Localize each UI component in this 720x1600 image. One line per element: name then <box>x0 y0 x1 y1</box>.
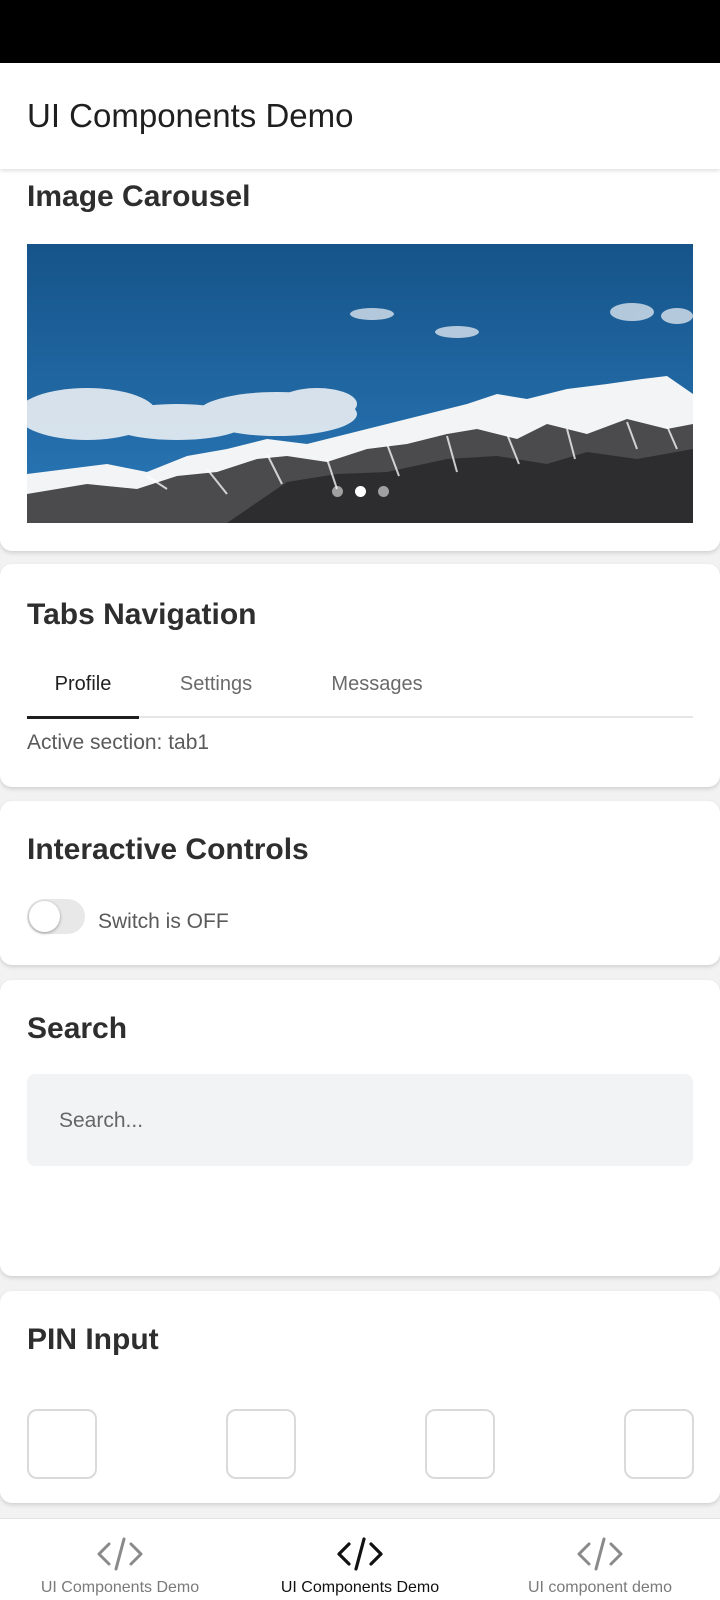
nav-label-2: UI Components Demo <box>280 1579 440 1596</box>
nav-item-1[interactable]: UI Components Demo <box>0 1519 240 1600</box>
pin-digit-4[interactable] <box>624 1409 694 1479</box>
app-header: UI Components Demo <box>0 63 720 169</box>
mountain-image <box>27 244 693 523</box>
tab-settings[interactable]: Settings <box>161 664 271 716</box>
switch-thumb <box>29 901 60 932</box>
pin-title: PIN Input <box>27 1323 159 1356</box>
code-icon <box>97 1537 143 1571</box>
carousel-dot[interactable] <box>377 486 389 497</box>
tabs-title: Tabs Navigation <box>27 598 257 631</box>
carousel-indicator <box>27 484 693 502</box>
carousel-dot[interactable] <box>331 486 343 497</box>
code-icon <box>337 1537 383 1571</box>
search-card: Search <box>0 980 720 1276</box>
app-title: UI Components Demo <box>27 97 354 134</box>
search-input[interactable] <box>57 1074 681 1168</box>
pin-card: PIN Input <box>0 1291 720 1503</box>
carousel-card: Image Carousel <box>0 150 720 551</box>
pin-digit-3[interactable] <box>425 1409 495 1479</box>
nav-label-1: UI Components Demo <box>40 1579 200 1596</box>
pin-digit-2[interactable] <box>226 1409 296 1479</box>
pin-digit-1[interactable] <box>27 1409 97 1479</box>
active-section-text: Active section: tab1 <box>27 731 210 754</box>
carousel-dot-active[interactable] <box>354 486 366 497</box>
switch-label: Switch is OFF <box>98 910 229 933</box>
status-bar <box>0 0 720 63</box>
nav-item-2[interactable]: UI Components Demo <box>240 1519 480 1600</box>
tabs-card: Tabs Navigation Profile Settings Message… <box>0 564 720 787</box>
image-carousel[interactable] <box>27 244 693 523</box>
search-field <box>27 1074 693 1168</box>
tab-bar: Profile Settings Messages <box>27 664 693 719</box>
controls-title: Interactive Controls <box>27 833 309 866</box>
tab-messages[interactable]: Messages <box>307 664 447 716</box>
search-title: Search <box>27 1012 128 1045</box>
nav-label-3: UI component demo <box>527 1579 673 1596</box>
controls-card: Interactive Controls <box>0 801 720 965</box>
nav-item-3[interactable]: UI component demo <box>480 1519 720 1600</box>
carousel-title: Image Carousel <box>27 180 251 213</box>
toggle-switch[interactable] <box>27 899 85 934</box>
tab-profile[interactable]: Profile <box>27 664 139 719</box>
screen: UI Components Demo Image Carousel Tabs N… <box>0 0 720 1600</box>
code-icon <box>577 1537 623 1571</box>
bottom-nav: UI Components Demo UI Components Demo UI… <box>0 1518 720 1600</box>
